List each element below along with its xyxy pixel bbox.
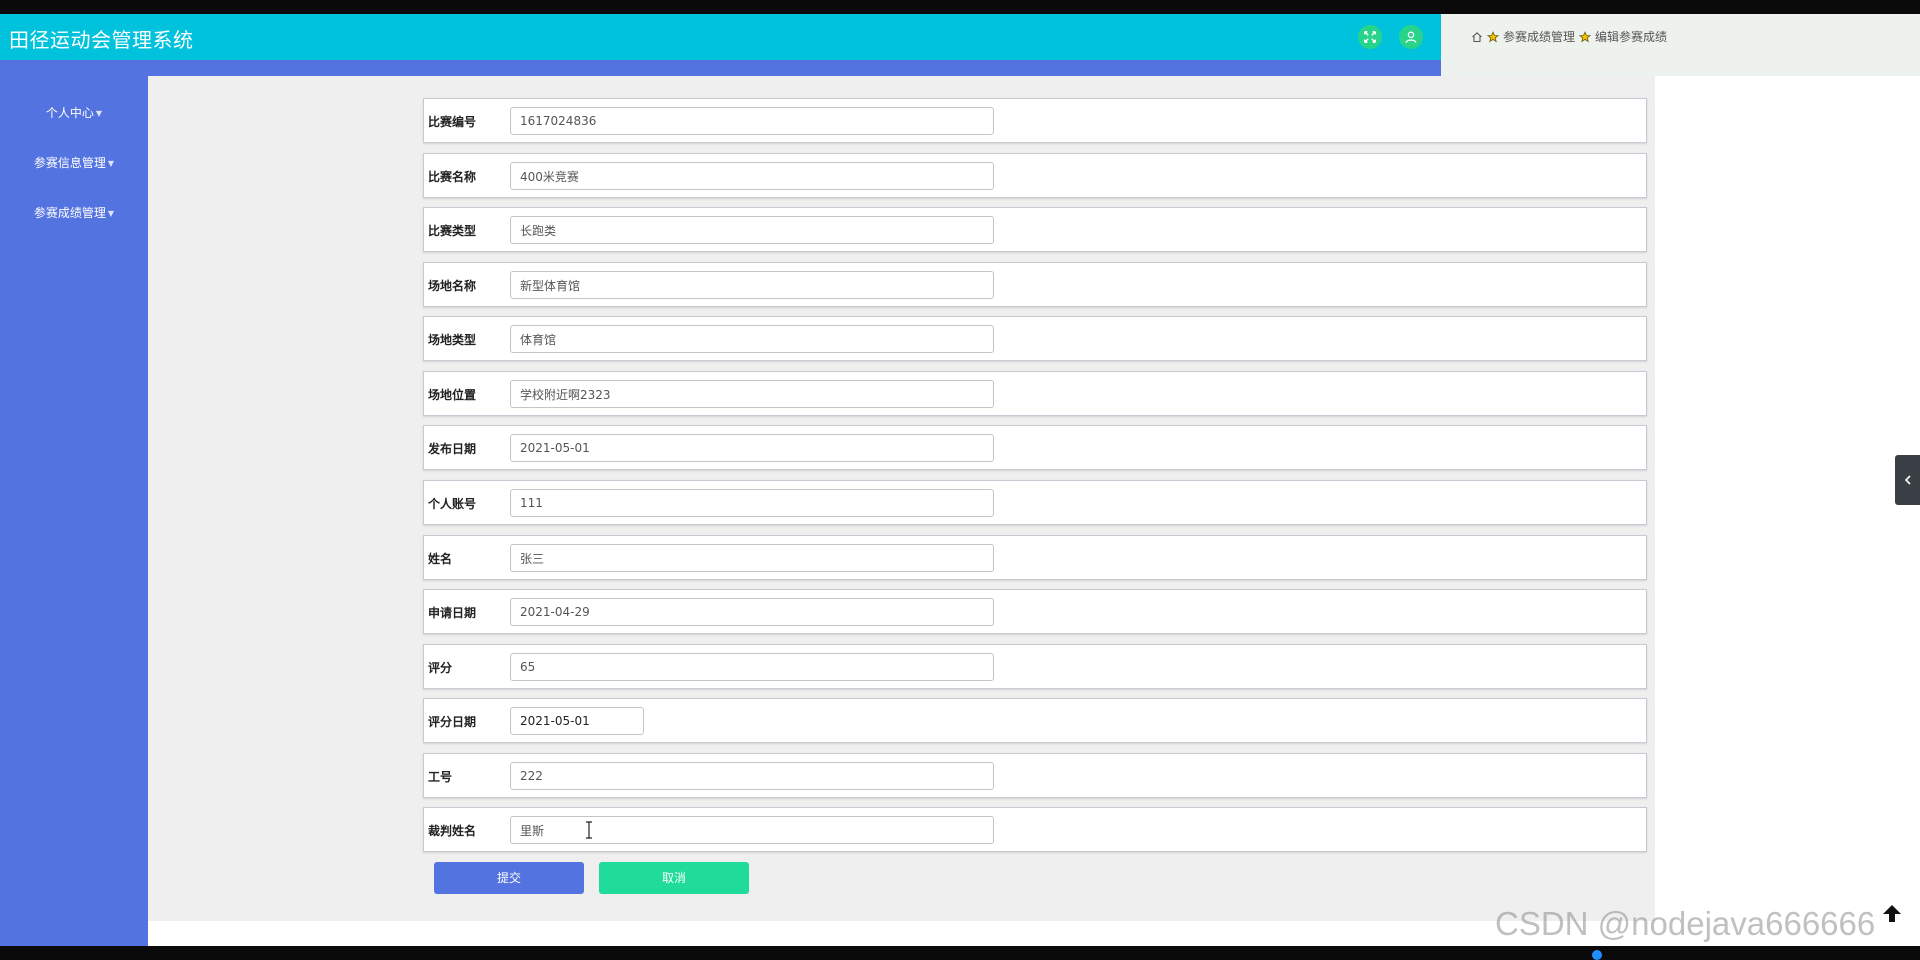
- venue-type-field[interactable]: [510, 325, 994, 353]
- venue-name-field[interactable]: [510, 271, 994, 299]
- star-icon: [1579, 30, 1592, 42]
- fullscreen-button[interactable]: [1358, 25, 1382, 49]
- field-label: 裁判姓名: [428, 824, 477, 838]
- staff-id-field[interactable]: [510, 762, 994, 790]
- form-row-personal-account: 个人账号: [423, 480, 1647, 525]
- breadcrumb: 参赛成绩管理 编辑参赛成绩: [1471, 28, 1667, 45]
- chevron-left-icon: [1904, 475, 1911, 485]
- sidebar-item-label: 个人中心: [45, 106, 94, 120]
- referee-name-field[interactable]: [510, 816, 994, 844]
- field-label: 场地位置: [428, 388, 477, 402]
- sidebar-item-personal-center[interactable]: 个人中心 ▼: [0, 104, 148, 121]
- venue-location-field[interactable]: [510, 380, 994, 408]
- app-title: 田径运动会管理系统: [9, 28, 194, 52]
- star-icon: [1487, 30, 1499, 42]
- form-row-apply-date: 申请日期: [423, 589, 1647, 634]
- field-label: 个人账号: [428, 497, 477, 511]
- field-label: 工号: [428, 770, 453, 784]
- field-label: 评分: [428, 661, 453, 675]
- sidebar: 个人中心 ▼ 参赛信息管理 ▼ 参赛成绩管理 ▼: [0, 76, 148, 946]
- form-row-name: 姓名: [423, 535, 1647, 580]
- window-bottom-bar: [0, 946, 1920, 960]
- chevron-down-icon: ▼: [107, 209, 115, 218]
- back-to-top-icon[interactable]: [1880, 902, 1904, 926]
- field-label: 比赛名称: [428, 170, 477, 184]
- breadcrumb-item-score-management[interactable]: 参赛成绩管理: [1503, 28, 1575, 45]
- field-label: 场地名称: [428, 279, 477, 293]
- breadcrumb-item-edit-score: 编辑参赛成绩: [1595, 30, 1668, 44]
- sidebar-item-score-management[interactable]: 参赛成绩管理 ▼: [0, 204, 148, 221]
- app-header: 田径运动会管理系统: [0, 14, 1441, 60]
- watermark: CSDN @nodejava666666: [1495, 905, 1876, 942]
- score-date-picker[interactable]: [510, 707, 644, 735]
- form-row-score-date: 评分日期: [423, 698, 1647, 743]
- home-icon[interactable]: [1471, 31, 1483, 43]
- text-cursor-icon: [586, 821, 592, 839]
- progress-indicator: [1592, 950, 1602, 960]
- sidebar-item-label: 参赛信息管理: [33, 156, 106, 170]
- breadcrumb-area: 参赛成绩管理 编辑参赛成绩: [1441, 14, 1920, 76]
- form-row-score: 评分: [423, 644, 1647, 689]
- field-label: 比赛编号: [428, 115, 477, 129]
- chevron-down-icon: ▼: [95, 109, 103, 118]
- match-name-field[interactable]: [510, 162, 994, 190]
- personal-account-field[interactable]: [510, 489, 994, 517]
- form-row-publish-date: 发布日期: [423, 425, 1647, 470]
- field-label: 场地类型: [428, 333, 477, 347]
- collapse-panel-button[interactable]: [1895, 455, 1920, 505]
- match-type-field[interactable]: [510, 216, 994, 244]
- form-row-match-name: 比赛名称: [423, 153, 1647, 198]
- cancel-button[interactable]: 取消: [599, 862, 749, 894]
- form-row-staff-id: 工号: [423, 753, 1647, 798]
- form-row-venue-type: 场地类型: [423, 316, 1647, 361]
- field-label: 申请日期: [428, 606, 477, 620]
- form-row-venue-name: 场地名称: [423, 262, 1647, 307]
- submit-button[interactable]: 提交: [434, 862, 584, 894]
- sidebar-item-entry-info[interactable]: 参赛信息管理 ▼: [0, 154, 148, 171]
- apply-date-field[interactable]: [510, 598, 994, 626]
- user-button[interactable]: [1399, 25, 1423, 49]
- field-label: 评分日期: [428, 715, 477, 729]
- score-field[interactable]: [510, 653, 994, 681]
- fullscreen-icon: [1364, 31, 1376, 43]
- chevron-down-icon: ▼: [107, 159, 115, 168]
- form-row-referee-name: 裁判姓名: [423, 807, 1647, 852]
- field-label: 发布日期: [428, 442, 477, 456]
- publish-date-field[interactable]: [510, 434, 994, 462]
- user-icon: [1405, 31, 1417, 43]
- field-label: 比赛类型: [428, 224, 477, 238]
- form-row-match-id: 比赛编号: [423, 98, 1647, 143]
- form-row-venue-location: 场地位置: [423, 371, 1647, 416]
- sidebar-item-label: 参赛成绩管理: [33, 206, 106, 220]
- field-label: 姓名: [428, 552, 453, 566]
- name-field[interactable]: [510, 544, 994, 572]
- match-id-field[interactable]: [510, 107, 994, 135]
- form-row-match-type: 比赛类型: [423, 207, 1647, 252]
- window-top-bar: [0, 0, 1920, 14]
- header-accent-strip: [0, 60, 1441, 76]
